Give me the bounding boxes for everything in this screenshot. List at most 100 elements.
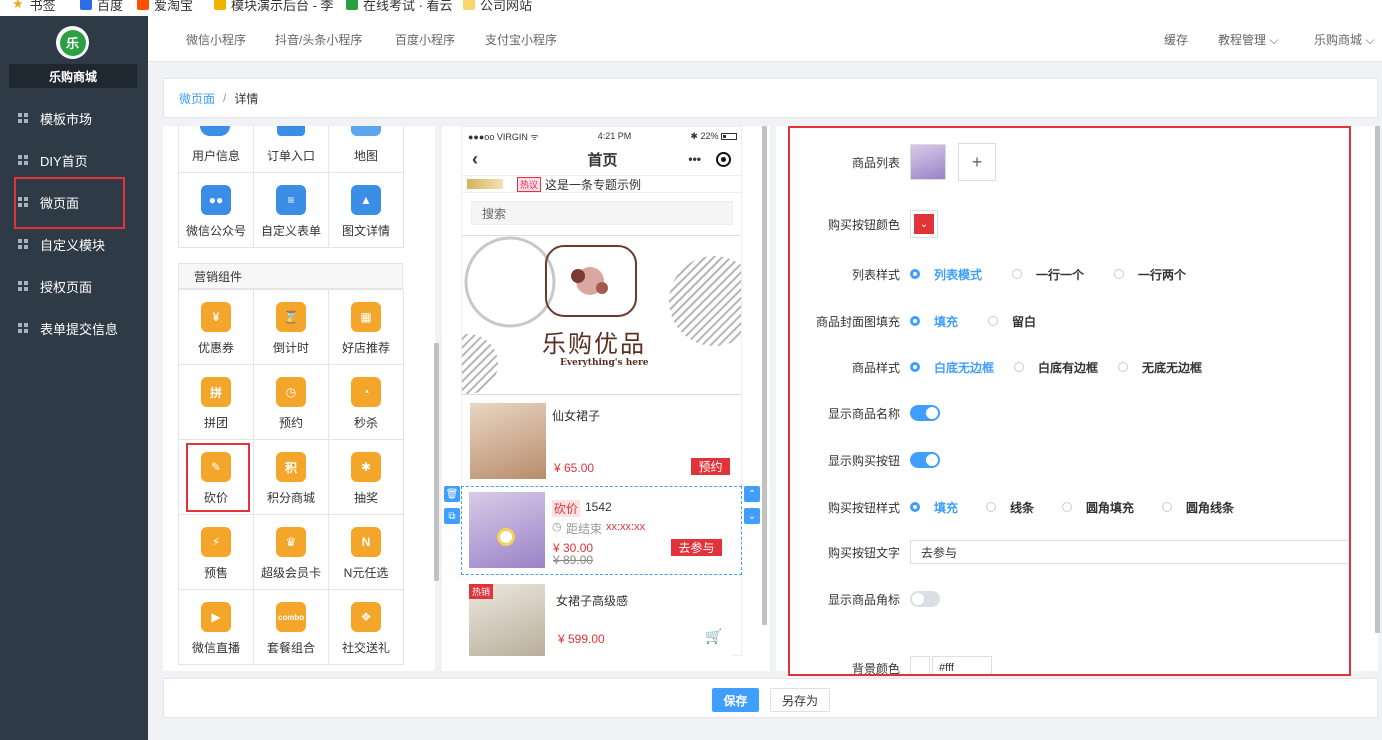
radio-two-per-row[interactable]: 一行两个 bbox=[1114, 266, 1186, 283]
settings-scrollbar[interactable] bbox=[1375, 126, 1380, 633]
radio-one-per-row[interactable]: 一行一个 bbox=[1012, 266, 1084, 283]
radio-btn-round-fill[interactable]: 圆角填充 bbox=[1062, 499, 1134, 516]
bookmark-item[interactable]: 公司网站 bbox=[463, 0, 532, 13]
product-item-selected[interactable]: 砍价 1542 ◷ 距结束 xx:xx:xx ¥ 30.00 ¥ 89.00 去… bbox=[461, 486, 742, 575]
component-custom-form[interactable]: ≡ 自定义表单 bbox=[254, 173, 329, 248]
add-goods-button[interactable]: + bbox=[958, 143, 996, 181]
delete-icon[interactable]: 🗑 bbox=[444, 486, 460, 502]
component-countdown[interactable]: ⌛ 倒计时 bbox=[254, 290, 329, 365]
grid-icon bbox=[18, 239, 28, 249]
button-text-input[interactable]: 去参与 bbox=[910, 540, 1349, 564]
shop-recommend-icon: ▦ bbox=[351, 302, 381, 332]
product-item[interactable]: 仙女裙子 ¥ 65.00 预约 bbox=[462, 397, 741, 485]
group-buy-icon: 拼 bbox=[201, 377, 231, 407]
more-icon[interactable]: ••• bbox=[688, 152, 701, 166]
preview-scrollbar[interactable] bbox=[762, 126, 767, 625]
component-shop-recommend[interactable]: ▦ 好店推荐 bbox=[329, 290, 404, 365]
show-name-toggle[interactable] bbox=[910, 405, 940, 421]
bg-color-input[interactable]: #fff bbox=[932, 656, 992, 674]
radio-no-bg-no-border[interactable]: 无底无边框 bbox=[1118, 359, 1202, 376]
radio-list-mode[interactable]: 列表模式 bbox=[910, 266, 982, 283]
component-scrollbar[interactable] bbox=[434, 343, 439, 581]
move-down-icon[interactable]: ⌄ bbox=[744, 508, 760, 524]
shop-menu[interactable]: 乐购商城 ⌵ bbox=[1314, 31, 1374, 48]
component-wechat-live[interactable]: ▶ 微信直播 bbox=[179, 590, 254, 665]
copy-icon[interactable]: ⧉ bbox=[444, 508, 460, 524]
n-yuan-icon: N bbox=[351, 527, 381, 557]
goods-list-row: 商品列表 + bbox=[790, 142, 1349, 182]
bg-color-swatch[interactable] bbox=[910, 656, 930, 674]
component-combo[interactable]: combo 套餐组合 bbox=[254, 590, 329, 665]
tutorial-menu[interactable]: 教程管理 ⌵ bbox=[1218, 31, 1278, 48]
bookmark-item[interactable]: 在线考试 · 看云 bbox=[346, 0, 453, 13]
component-flash-sale[interactable]: ◔ 秒杀 bbox=[329, 365, 404, 440]
tab-douyin-mini[interactable]: 抖音/头条小程序 bbox=[275, 31, 362, 48]
radio-btn-fill[interactable]: 填充 bbox=[910, 499, 958, 516]
points-mall-icon: 积 bbox=[276, 452, 306, 482]
tab-alipay-mini[interactable]: 支付宝小程序 bbox=[485, 31, 557, 48]
combo-icon: combo bbox=[276, 602, 306, 632]
notice-icon bbox=[467, 179, 503, 189]
flash-sale-icon: ◔ bbox=[351, 377, 381, 407]
move-up-icon[interactable]: ⌃ bbox=[744, 486, 760, 502]
product-item[interactable]: 热销 女裙子高级感 ¥ 599.00 🛒 bbox=[461, 578, 733, 656]
settings-form: 商品列表 + 购买按钮颜色 ⌄ 列表样式 列表模式 一行一个 一行两个 商品封面… bbox=[788, 126, 1351, 676]
component-vip-card[interactable]: ♛ 超级会员卡 bbox=[254, 515, 329, 590]
radio-white-border[interactable]: 白底有边框 bbox=[1014, 359, 1098, 376]
sidebar-item-form-submissions[interactable]: 表单提交信息 bbox=[0, 307, 148, 349]
page-icon bbox=[214, 0, 226, 10]
tab-wechat-mini[interactable]: 微信小程序 bbox=[186, 31, 246, 48]
component-points-mall[interactable]: 积积分商城 bbox=[254, 440, 329, 515]
radio-white-no-border[interactable]: 白底无边框 bbox=[910, 359, 994, 376]
component-n-yuan[interactable]: N N元任选 bbox=[329, 515, 404, 590]
target-icon[interactable] bbox=[716, 151, 731, 167]
breadcrumb: 微页面 / 详情 bbox=[163, 78, 1378, 118]
bookmark-item[interactable]: 模块演示后台 - 李 bbox=[214, 0, 334, 13]
banner-image: 乐购优品 Everything's here bbox=[462, 235, 741, 395]
breadcrumb-link[interactable]: 微页面 bbox=[179, 90, 215, 107]
top-nav: 微信小程序 抖音/头条小程序 百度小程序 支付宝小程序 缓存 教程管理 ⌵ 乐购… bbox=[148, 16, 1382, 62]
component-coupon[interactable]: ¥ 优惠券 bbox=[179, 290, 254, 365]
goods-thumbnail[interactable] bbox=[910, 144, 946, 180]
component-lottery[interactable]: ✱ 抽奖 bbox=[329, 440, 404, 515]
join-button[interactable]: 去参与 bbox=[671, 539, 722, 556]
wechat-live-icon: ▶ bbox=[201, 602, 231, 632]
component-social-gift[interactable]: ❖ 社交送礼 bbox=[329, 590, 404, 665]
banner-art bbox=[462, 236, 741, 394]
save-button[interactable]: 保存 bbox=[712, 688, 759, 712]
sidebar-item-custom-module[interactable]: 自定义模块 bbox=[0, 223, 148, 265]
shop-logo: 乐 bbox=[56, 26, 89, 59]
chevron-down-icon: ⌵ bbox=[1365, 33, 1375, 47]
bookmark-item[interactable]: 百度 bbox=[80, 0, 123, 13]
component-wechat-official[interactable]: ●● 微信公众号 bbox=[179, 173, 254, 248]
radio-btn-round-line[interactable]: 圆角线条 bbox=[1162, 499, 1234, 516]
notice-bar[interactable]: 热议 这是一条专题示例 bbox=[462, 175, 741, 193]
back-icon[interactable]: ‹ bbox=[472, 149, 478, 170]
radio-fill[interactable]: 填充 bbox=[910, 313, 958, 330]
save-as-button[interactable]: 另存为 bbox=[770, 688, 830, 712]
show-corner-toggle[interactable] bbox=[910, 591, 940, 607]
radio-btn-line[interactable]: 线条 bbox=[986, 499, 1034, 516]
bookmark-item[interactable]: ★ 书签 bbox=[12, 0, 56, 13]
reserve-button[interactable]: 预约 bbox=[691, 458, 730, 475]
cache-link[interactable]: 缓存 bbox=[1164, 31, 1188, 48]
vip-card-icon: ♛ bbox=[276, 527, 306, 557]
sidebar-item-template-market[interactable]: 模板市场 bbox=[0, 97, 148, 139]
show-button-toggle[interactable] bbox=[910, 452, 940, 468]
social-gift-icon: ❖ bbox=[351, 602, 381, 632]
component-group-buy[interactable]: 拼拼团 bbox=[179, 365, 254, 440]
radio-blank[interactable]: 留白 bbox=[988, 313, 1036, 330]
sidebar-item-auth-page[interactable]: 授权页面 bbox=[0, 265, 148, 307]
cart-icon[interactable]: 🛒 bbox=[705, 628, 722, 645]
form-icon: ≡ bbox=[276, 185, 306, 215]
component-presale[interactable]: ⚡ 预售 bbox=[179, 515, 254, 590]
cover-fill-row: 商品封面图填充 填充 留白 bbox=[815, 313, 1037, 330]
sidebar-item-diy-home[interactable]: DIY首页 bbox=[0, 139, 148, 181]
search-input[interactable]: 搜索 bbox=[471, 201, 733, 225]
sidebar: 乐 乐购商城 模板市场 DIY首页 微页面 自定义模块 授权页面 表单提交信息 bbox=[0, 16, 148, 740]
color-picker[interactable]: ⌄ bbox=[910, 210, 938, 238]
bookmark-item[interactable]: 爱淘宝 bbox=[137, 0, 193, 13]
component-rich-text[interactable]: ▲ 图文详情 bbox=[329, 173, 404, 248]
tab-baidu-mini[interactable]: 百度小程序 bbox=[395, 31, 455, 48]
component-reservation[interactable]: ◷ 预约 bbox=[254, 365, 329, 440]
